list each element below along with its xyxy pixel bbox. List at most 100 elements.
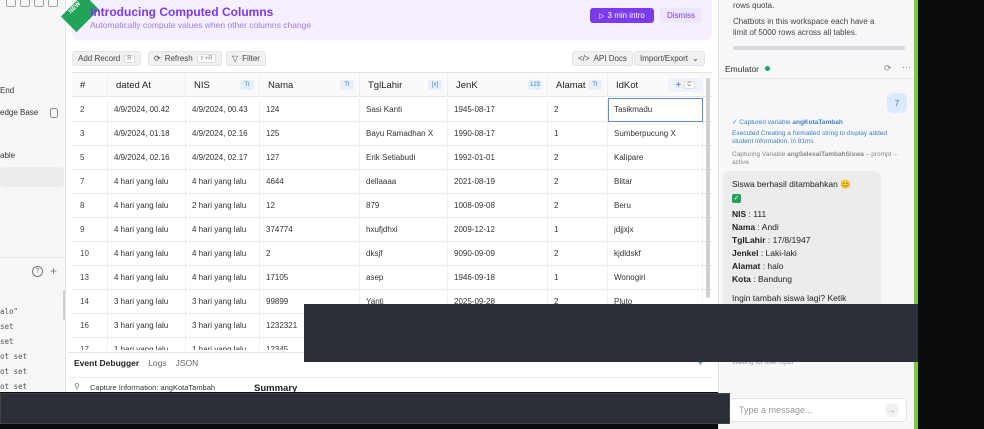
table-cell[interactable]: 5 (72, 146, 108, 170)
table-cell[interactable]: 7 (72, 170, 108, 194)
table-cell[interactable]: 4/9/2024, 02.16 (108, 146, 186, 170)
refresh-button[interactable]: ⟳ Refresh ⇧+R (148, 51, 222, 66)
table-cell[interactable]: 1 hari yang lalu (186, 338, 260, 350)
table-cell[interactable]: 9 (72, 218, 108, 242)
plus-icon[interactable]: + (50, 264, 57, 278)
table-cell[interactable]: 124 (260, 98, 360, 122)
sidebar-selected-item[interactable] (0, 167, 64, 187)
table-cell[interactable]: 1 (548, 266, 608, 290)
table-cell[interactable]: 127 (260, 146, 360, 170)
table-cell[interactable]: 16 (72, 314, 108, 338)
table-cell[interactable]: 2 (548, 146, 608, 170)
table-cell[interactable]: 4 hari yang lalu (186, 170, 260, 194)
sidebar-top-icon-2[interactable] (20, 0, 30, 7)
table-cell[interactable]: 1945-08-17 (448, 98, 548, 122)
table-row[interactable]: 74 hari yang lalu 4 hari yang lalu 4644 del… (72, 170, 712, 194)
table-cell[interactable]: 4/9/2024, 00.43 (186, 98, 260, 122)
code-scrollbar[interactable] (63, 290, 65, 320)
column-header[interactable]: Alamat Tt (548, 73, 608, 97)
table-scrollbar[interactable] (706, 78, 710, 298)
table-cell[interactable]: Erik Setiabudi (360, 146, 448, 170)
message-input[interactable]: Type a message... (729, 398, 907, 422)
table-cell[interactable]: 2 (548, 98, 608, 122)
table-cell[interactable]: 2 (548, 242, 608, 266)
help-icon[interactable]: ? (32, 266, 43, 277)
table-cell[interactable]: asep (360, 266, 448, 290)
table-row[interactable]: 13 4 hari yang lalu 4 hari yang lalu 17105 a… (72, 266, 712, 290)
table-row[interactable]: 94 hari yang lalu 4 hari yang lalu 374774 h… (72, 218, 712, 242)
table-row[interactable]: 10 4 hari yang lalu 4 hari yang lalu 2 dksjf… (72, 242, 712, 266)
table-cell[interactable]: 1 (548, 122, 608, 146)
sidebar-item-table[interactable]: able (0, 151, 15, 160)
column-header[interactable]: dated At (108, 73, 186, 97)
table-cell[interactable]: 1008-09-08 (448, 194, 548, 218)
table-cell[interactable]: 17105 (260, 266, 360, 290)
table-cell[interactable]: 10 (72, 242, 108, 266)
table-cell[interactable]: Beru (608, 194, 703, 218)
table-cell[interactable]: 879 (360, 194, 448, 218)
table-cell[interactable]: 1946-09-18 (448, 266, 548, 290)
column-header[interactable]: NIS Tt (186, 73, 260, 97)
table-cell[interactable]: 2 (260, 242, 360, 266)
table-cell[interactable]: 17 (72, 338, 108, 350)
column-header[interactable]: # (72, 73, 108, 97)
sidebar-top-icon-1[interactable] (6, 0, 16, 7)
table-cell[interactable]: 1 hari yang lalu (108, 338, 186, 350)
refresh-icon[interactable]: ⟳ (884, 63, 892, 74)
table-cell[interactable]: 2009-12-12 (448, 218, 548, 242)
table-cell[interactable]: 4/9/2024, 02.17 (186, 146, 260, 170)
table-cell[interactable]: jdjjxjx (608, 218, 703, 242)
table-cell[interactable]: kjdldskf (608, 242, 703, 266)
table-cell[interactable]: 2 (548, 170, 608, 194)
capture-info-item[interactable]: Capture Information: angKotaTambah (90, 383, 215, 392)
table-cell[interactable]: 4 hari yang lalu (186, 242, 260, 266)
table-row[interactable]: 84 hari yang lalu 2 hari yang lalu 12 879 10… (72, 194, 712, 218)
intro-video-button[interactable]: ▷ 3 min intro (590, 8, 654, 23)
import-export-button[interactable]: Import/Export ⌄ (634, 51, 705, 66)
table-cell[interactable]: 4 hari yang lalu (108, 170, 186, 194)
table-cell[interactable]: hxufjdhxi (360, 218, 448, 242)
table-cell[interactable]: 3 hari yang lalu (186, 290, 260, 314)
filter-button[interactable]: ▽ Filter (226, 51, 266, 66)
add-record-button[interactable]: Add Record R (72, 51, 141, 66)
table-cell[interactable]: Kalipare (608, 146, 703, 170)
table-cell[interactable]: 4 hari yang lalu (186, 218, 260, 242)
table-cell[interactable]: dellaaaa (360, 170, 448, 194)
table-cell[interactable]: 4 hari yang lalu (108, 194, 186, 218)
table-cell[interactable]: 374774 (260, 218, 360, 242)
dismiss-button[interactable]: Dismiss (660, 8, 702, 23)
sidebar-item-knowledge-base[interactable]: edge Base (0, 108, 38, 117)
table-cell[interactable]: 1990-08-17 (448, 122, 548, 146)
table-row[interactable]: 3 4/9/2024, 01.18 4/9/2024, 02.16 125 Bayu R… (72, 122, 712, 146)
table-cell[interactable]: Wonogiri (608, 266, 703, 290)
table-cell[interactable]: 4/9/2024, 02.16 (186, 122, 260, 146)
table-cell[interactable]: Bayu Ramadhan X (360, 122, 448, 146)
table-cell[interactable]: 2 (548, 194, 608, 218)
table-cell[interactable]: 1 (548, 218, 608, 242)
more-icon[interactable]: ⋯ (902, 62, 911, 73)
table-cell[interactable]: 125 (260, 122, 360, 146)
table-cell[interactable]: 3 hari yang lalu (108, 314, 186, 338)
table-cell[interactable]: 4644 (260, 170, 360, 194)
table-cell[interactable]: 4/9/2024, 00.42 (108, 98, 186, 122)
tab-json[interactable]: JSON (176, 358, 199, 368)
table-cell[interactable]: Sasi Kanti (360, 98, 448, 122)
table-cell[interactable]: 12 (260, 194, 360, 218)
table-cell[interactable]: 13 (72, 266, 108, 290)
add-column-button[interactable]: + C (668, 78, 702, 92)
table-cell[interactable]: 4 hari yang lalu (108, 218, 186, 242)
table-row[interactable]: 5 4/9/2024, 02.16 4/9/2024, 02.17 127 Erik S… (72, 146, 712, 170)
tab-logs[interactable]: Logs (148, 358, 166, 368)
table-cell[interactable]: 9090-09-09 (448, 242, 548, 266)
table-cell[interactable]: dksjf (360, 242, 448, 266)
send-icon[interactable]: → (885, 403, 899, 417)
tab-event-debugger[interactable]: Event Debugger (74, 358, 139, 368)
table-cell[interactable]: 8 (72, 194, 108, 218)
table-cell[interactable]: 4 hari yang lalu (108, 242, 186, 266)
table-cell[interactable]: 3 hari yang lalu (186, 314, 260, 338)
table-cell[interactable]: 2 (72, 98, 108, 122)
table-cell[interactable]: 3 hari yang lalu (108, 290, 186, 314)
table-cell[interactable]: 2021-08-19 (448, 170, 548, 194)
column-header[interactable]: JenK 123 (448, 73, 548, 97)
table-cell[interactable]: 1992-01-01 (448, 146, 548, 170)
